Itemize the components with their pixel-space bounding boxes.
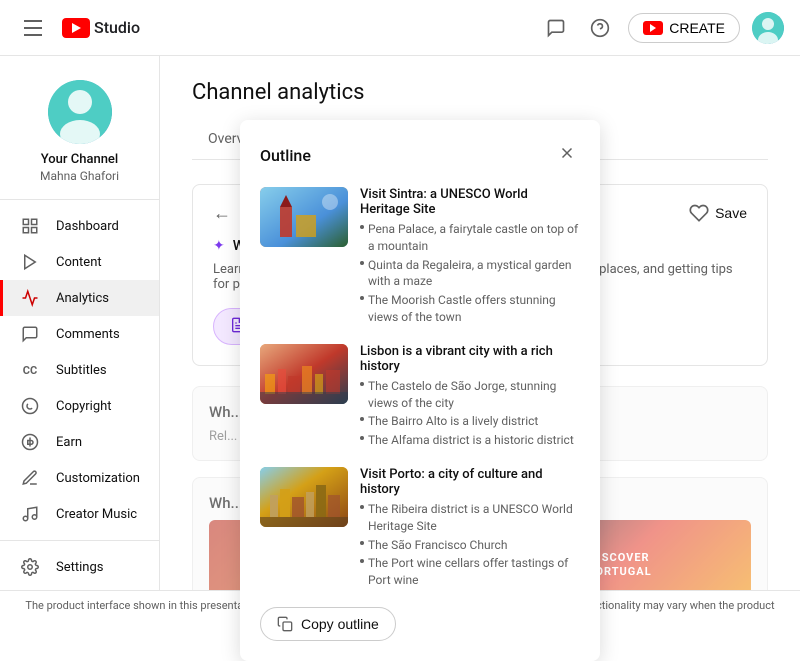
- outline-item-porto: Visit Porto: a city of culture and histo…: [260, 467, 580, 591]
- nav-dashboard[interactable]: Dashboard: [0, 208, 159, 244]
- sparkle-icon: ✦: [213, 238, 225, 254]
- sintra-bullet-1: Pena Palace, a fairytale castle on top o…: [360, 221, 580, 255]
- outline-item-sintra: Visit Sintra: a UNESCO World Heritage Si…: [260, 187, 580, 328]
- creator-music-icon: [20, 504, 40, 524]
- porto-bullet-1: The Ribeira district is a UNESCO World H…: [360, 501, 580, 535]
- studio-label: Studio: [94, 18, 140, 37]
- help-icon[interactable]: [584, 12, 616, 44]
- outline-modal: Outline: [240, 120, 600, 633]
- channel-name: Your Channel: [8, 152, 151, 167]
- layout: Your Channel Mahna Ghafori Dashboard Con…: [0, 0, 800, 633]
- lisbon-bullet-3: The Alfama district is a historic distri…: [360, 432, 580, 449]
- nav-customization[interactable]: Customization: [0, 460, 159, 496]
- channel-avatar[interactable]: [48, 80, 112, 144]
- nav-analytics[interactable]: Analytics: [0, 280, 159, 316]
- porto-thumbnail: [260, 467, 348, 527]
- menu-icon[interactable]: [16, 12, 50, 44]
- create-button[interactable]: CREATE: [628, 13, 740, 43]
- lisbon-bullet-2: The Bairro Alto is a lively district: [360, 413, 580, 430]
- nav-content[interactable]: Content: [0, 244, 159, 280]
- sintra-bullet-2: Quinta da Regaleira, a mystical garden w…: [360, 257, 580, 291]
- outline-title: Outline: [260, 146, 311, 165]
- page-title: Channel analytics: [192, 80, 768, 105]
- copy-outline-label: Copy outline: [301, 616, 379, 632]
- outline-modal-overlay: Outline: [240, 120, 600, 633]
- message-icon[interactable]: [540, 12, 572, 44]
- avatar[interactable]: [752, 12, 784, 44]
- back-button[interactable]: ←: [213, 203, 231, 224]
- settings-icon: [20, 557, 40, 577]
- porto-content: Visit Porto: a city of culture and histo…: [360, 467, 580, 591]
- lisbon-thumbnail: [260, 344, 348, 404]
- channel-handle: Mahna Ghafori: [8, 169, 151, 183]
- lisbon-bullet-1: The Castelo de São Jorge, stunning views…: [360, 378, 580, 412]
- sintra-thumbnail: [260, 187, 348, 247]
- outline-item-lisbon: Lisbon is a vibrant city with a rich his…: [260, 344, 580, 451]
- outline-header: Outline: [260, 140, 580, 171]
- lisbon-content: Lisbon is a vibrant city with a rich his…: [360, 344, 580, 451]
- nav-subtitles[interactable]: CC Subtitles: [0, 352, 159, 388]
- nav-creator-music[interactable]: Creator Music: [0, 496, 159, 532]
- analytics-icon: [20, 288, 40, 308]
- nav-earn[interactable]: Earn: [0, 424, 159, 460]
- sidebar: Your Channel Mahna Ghafori Dashboard Con…: [0, 56, 160, 633]
- earn-icon: [20, 432, 40, 452]
- header-right: CREATE: [540, 12, 784, 44]
- sintra-content: Visit Sintra: a UNESCO World Heritage Si…: [360, 187, 580, 328]
- comments-icon: [20, 324, 40, 344]
- customization-icon: [20, 468, 40, 488]
- sintra-bullet-3: The Moorish Castle offers stunning views…: [360, 292, 580, 326]
- main-content: Channel analytics Overview Content Audie…: [160, 56, 800, 633]
- header-left: Studio: [16, 12, 140, 44]
- porto-title: Visit Porto: a city of culture and histo…: [360, 467, 580, 497]
- lisbon-title: Lisbon is a vibrant city with a rich his…: [360, 344, 580, 374]
- subtitles-icon: CC: [20, 360, 40, 380]
- dashboard-icon: [20, 216, 40, 236]
- youtube-logo: Studio: [62, 18, 140, 38]
- close-button[interactable]: [554, 140, 580, 171]
- sintra-title: Visit Sintra: a UNESCO World Heritage Si…: [360, 187, 580, 217]
- porto-bullet-3: The Port wine cellars offer tastings of …: [360, 555, 580, 589]
- save-label: Save: [715, 205, 747, 221]
- header: Studio CREATE: [0, 0, 800, 56]
- create-icon: [643, 21, 663, 35]
- nav-settings[interactable]: Settings: [0, 549, 159, 585]
- porto-bullet-2: The São Francisco Church: [360, 537, 580, 554]
- content-icon: [20, 252, 40, 272]
- copyright-icon: [20, 396, 40, 416]
- yt-icon: [62, 18, 90, 38]
- copy-outline-button[interactable]: Copy outline: [260, 607, 396, 633]
- nav-copyright[interactable]: Copyright: [0, 388, 159, 424]
- save-button[interactable]: Save: [689, 203, 747, 223]
- channel-info: Your Channel Mahna Ghafori: [0, 64, 159, 200]
- nav-comments[interactable]: Comments: [0, 316, 159, 352]
